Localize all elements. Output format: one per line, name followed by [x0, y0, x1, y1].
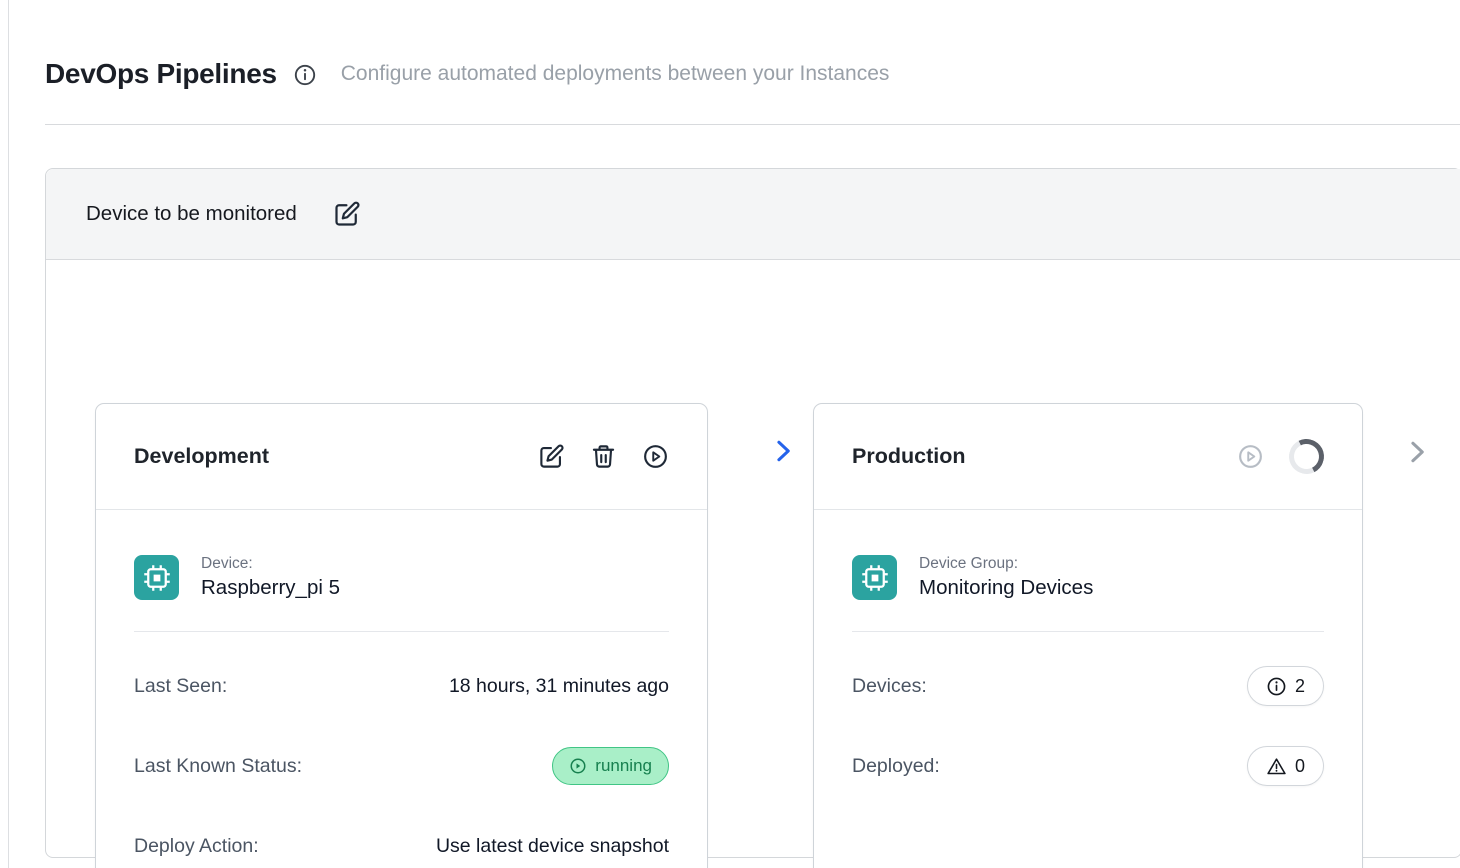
- development-stage-card: Development: [95, 403, 708, 868]
- pipeline-panel-header: Device to be monitored: [46, 169, 1460, 260]
- device-row: Device: Raspberry_pi 5: [134, 555, 669, 600]
- header-divider: [45, 124, 1460, 125]
- last-seen-value: 18 hours, 31 minutes ago: [449, 675, 669, 698]
- status-badge: running: [552, 747, 669, 785]
- devices-count: 2: [1295, 676, 1305, 697]
- status-text: running: [595, 756, 652, 776]
- production-card-actions: [1237, 439, 1324, 474]
- production-stage-card: Production Device Group:: [813, 403, 1363, 868]
- development-card-body: Device: Raspberry_pi 5 Last Seen: 18 hou…: [96, 510, 707, 868]
- deployed-row: Deployed: 0: [852, 726, 1324, 806]
- device-group-label: Device Group:: [919, 555, 1093, 573]
- device-group-info: Device Group: Monitoring Devices: [919, 555, 1093, 600]
- pipeline-flow-chevron-icon: [769, 437, 797, 465]
- delete-stage-icon[interactable]: [590, 443, 617, 470]
- next-stage-chevron-icon[interactable]: [1403, 438, 1431, 466]
- development-card-header: Development: [96, 404, 707, 510]
- deploy-action-row: Deploy Action: Use latest device snapsho…: [134, 806, 669, 868]
- last-seen-row: Last Seen: 18 hours, 31 minutes ago: [134, 646, 669, 726]
- development-card-actions: [538, 443, 669, 470]
- pipeline-stages: Development: [46, 260, 1460, 858]
- device-info: Device: Raspberry_pi 5: [201, 555, 340, 600]
- deploy-action-label: Deploy Action:: [134, 835, 259, 858]
- last-seen-label: Last Seen:: [134, 675, 227, 698]
- deployed-label: Deployed:: [852, 755, 940, 778]
- devices-count-badge[interactable]: 2: [1247, 666, 1324, 706]
- deployed-count: 0: [1295, 756, 1305, 777]
- device-label: Device:: [201, 555, 340, 573]
- edit-pipeline-name-icon[interactable]: [333, 200, 361, 228]
- pipeline-panel: Device to be monitored Development: [45, 168, 1460, 858]
- status-label: Last Known Status:: [134, 755, 302, 778]
- card-divider: [852, 631, 1324, 632]
- stage-title: Production: [852, 444, 965, 469]
- deployed-count-badge[interactable]: 0: [1247, 746, 1324, 786]
- info-icon[interactable]: [293, 62, 317, 86]
- devops-pipelines-screen: DevOps Pipelines Configure automated dep…: [0, 0, 1460, 868]
- device-group-chip-icon: [852, 555, 897, 600]
- run-stage-icon[interactable]: [642, 443, 669, 470]
- device-group-row: Device Group: Monitoring Devices: [852, 555, 1324, 600]
- info-icon: [1266, 676, 1287, 697]
- device-chip-icon: [134, 555, 179, 600]
- page-header: DevOps Pipelines Configure automated dep…: [45, 58, 889, 90]
- stage-title: Development: [134, 444, 269, 469]
- card-divider: [134, 631, 669, 632]
- production-card-header: Production: [814, 404, 1362, 510]
- deploy-action-value: Use latest device snapshot: [436, 835, 669, 858]
- page-subtitle: Configure automated deployments between …: [341, 62, 890, 86]
- device-name: Raspberry_pi 5: [201, 576, 340, 600]
- run-stage-icon-disabled[interactable]: [1237, 443, 1264, 470]
- devices-label: Devices:: [852, 675, 927, 698]
- page-title: DevOps Pipelines: [45, 58, 277, 90]
- production-card-body: Device Group: Monitoring Devices Devices…: [814, 510, 1362, 806]
- warning-triangle-icon: [1266, 756, 1287, 777]
- status-play-icon: [569, 757, 587, 775]
- device-group-name: Monitoring Devices: [919, 576, 1093, 600]
- content-left-border: [8, 0, 9, 868]
- devices-row: Devices: 2: [852, 646, 1324, 726]
- last-known-status-row: Last Known Status: running: [134, 726, 669, 806]
- pipeline-name: Device to be monitored: [86, 202, 297, 226]
- edit-stage-icon[interactable]: [538, 443, 565, 470]
- loading-spinner: [1284, 434, 1328, 478]
